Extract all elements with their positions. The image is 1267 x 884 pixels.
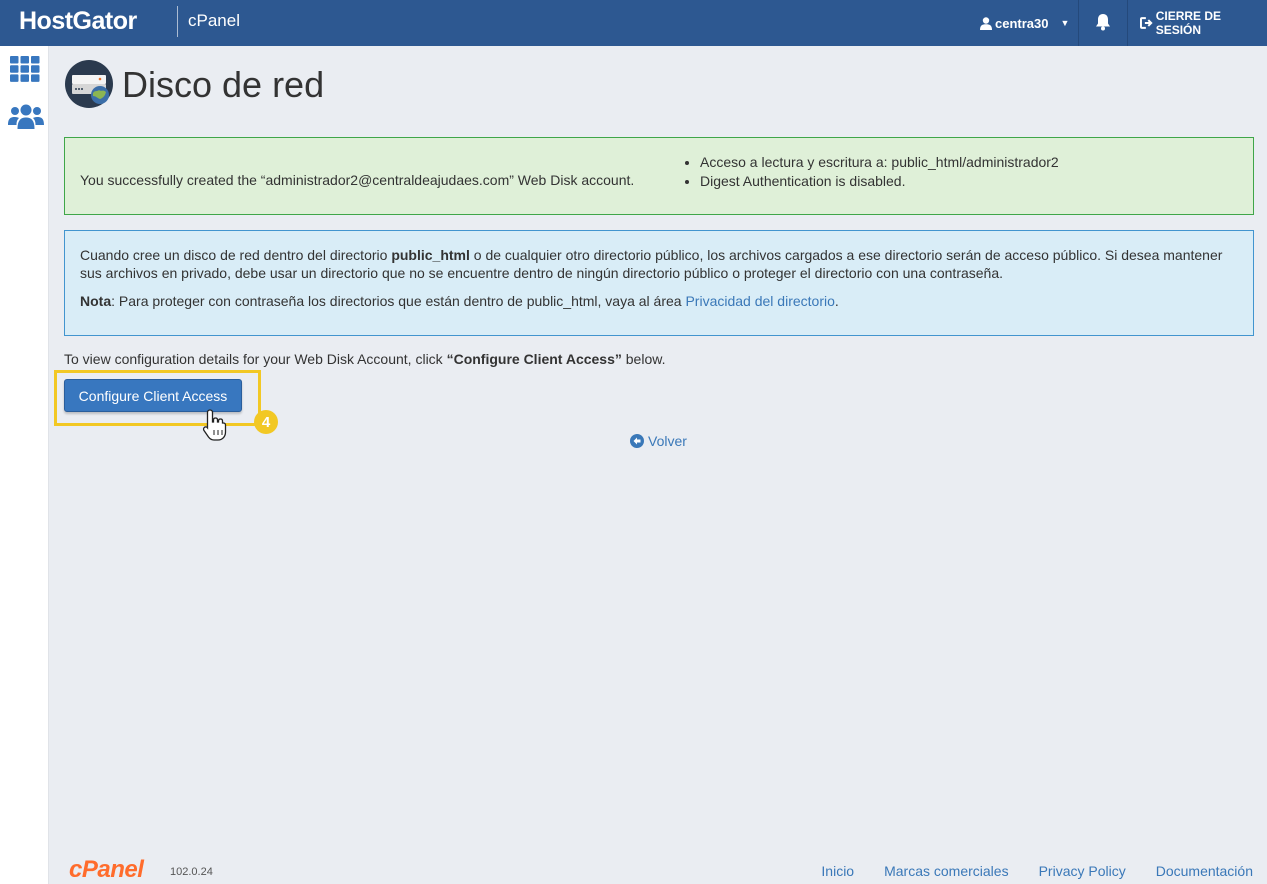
note-end: . <box>834 293 839 309</box>
success-alert: You successfully created the “administra… <box>64 137 1254 215</box>
logout-button[interactable]: CIERRE DE SESIÓN <box>1140 0 1267 46</box>
note-label: Nota <box>80 293 112 309</box>
footer-link-home[interactable]: Inicio <box>821 863 854 879</box>
hand-pointer-icon <box>202 409 227 441</box>
back-label: Volver <box>648 433 687 449</box>
username: centra30 <box>995 15 1049 31</box>
public-html-bold: public_html <box>391 247 470 263</box>
note-paragraph: Nota: Para proteger con contraseña los d… <box>80 292 1238 310</box>
config-instructions: To view configuration details for your W… <box>64 351 665 367</box>
hostgator-logo[interactable]: HostGator <box>19 7 137 36</box>
navbar-divider <box>1078 0 1079 46</box>
success-message: You successfully created the “administra… <box>80 172 635 188</box>
footer-link-trademarks[interactable]: Marcas comerciales <box>884 863 1008 879</box>
grid-apps-icon[interactable] <box>10 56 40 82</box>
top-navbar: HostGator cPanel centra30 ▼ CIERRE DE SE… <box>0 0 1267 46</box>
list-item: Digest Authentication is disabled. <box>700 172 1059 191</box>
navbar-divider <box>1127 0 1128 46</box>
footer-links: Inicio Marcas comerciales Privacy Policy… <box>821 863 1253 879</box>
chevron-down-icon: ▼ <box>1060 18 1070 28</box>
cpanel-logo[interactable]: cPanel <box>69 856 144 884</box>
user-menu-dropdown[interactable]: centra30 ▼ <box>978 0 1078 46</box>
version-number: 102.0.24 <box>170 866 213 878</box>
account-details-list: Acceso a lectura y escritura a: public_h… <box>700 153 1059 191</box>
users-group-icon[interactable] <box>8 104 44 130</box>
footer-link-privacy-policy[interactable]: Privacy Policy <box>1039 863 1126 879</box>
note-text: : Para proteger con contraseña los direc… <box>111 293 686 309</box>
info-paragraph: Cuando cree un disco de red dentro del d… <box>80 246 1238 282</box>
directory-privacy-link[interactable]: Privacidad del directorio <box>685 293 834 309</box>
user-icon <box>980 16 992 30</box>
web-disk-icon <box>65 60 113 108</box>
bell-icon[interactable] <box>1092 11 1114 33</box>
logout-icon <box>1140 17 1153 29</box>
info-alert: Cuando cree un disco de red dentro del d… <box>64 230 1254 336</box>
sidebar <box>0 46 49 884</box>
config-text: below. <box>621 351 666 367</box>
cpanel-label: cPanel <box>188 11 240 30</box>
config-text: To view configuration details for your W… <box>64 351 447 367</box>
logout-label: CIERRE DE SESIÓN <box>1155 9 1222 37</box>
info-text: Cuando cree un disco de red dentro del d… <box>80 247 392 263</box>
list-item: Acceso a lectura y escritura a: public_h… <box>700 153 1059 172</box>
back-link[interactable]: Volver <box>630 433 687 449</box>
page-title: Disco de red <box>122 64 325 105</box>
arrow-left-circle-icon <box>630 434 644 448</box>
brand-divider <box>177 6 178 37</box>
step-number-badge: 4 <box>254 410 278 434</box>
config-text-bold: “Configure Client Access” <box>446 351 622 367</box>
footer-link-documentation[interactable]: Documentación <box>1156 863 1253 879</box>
